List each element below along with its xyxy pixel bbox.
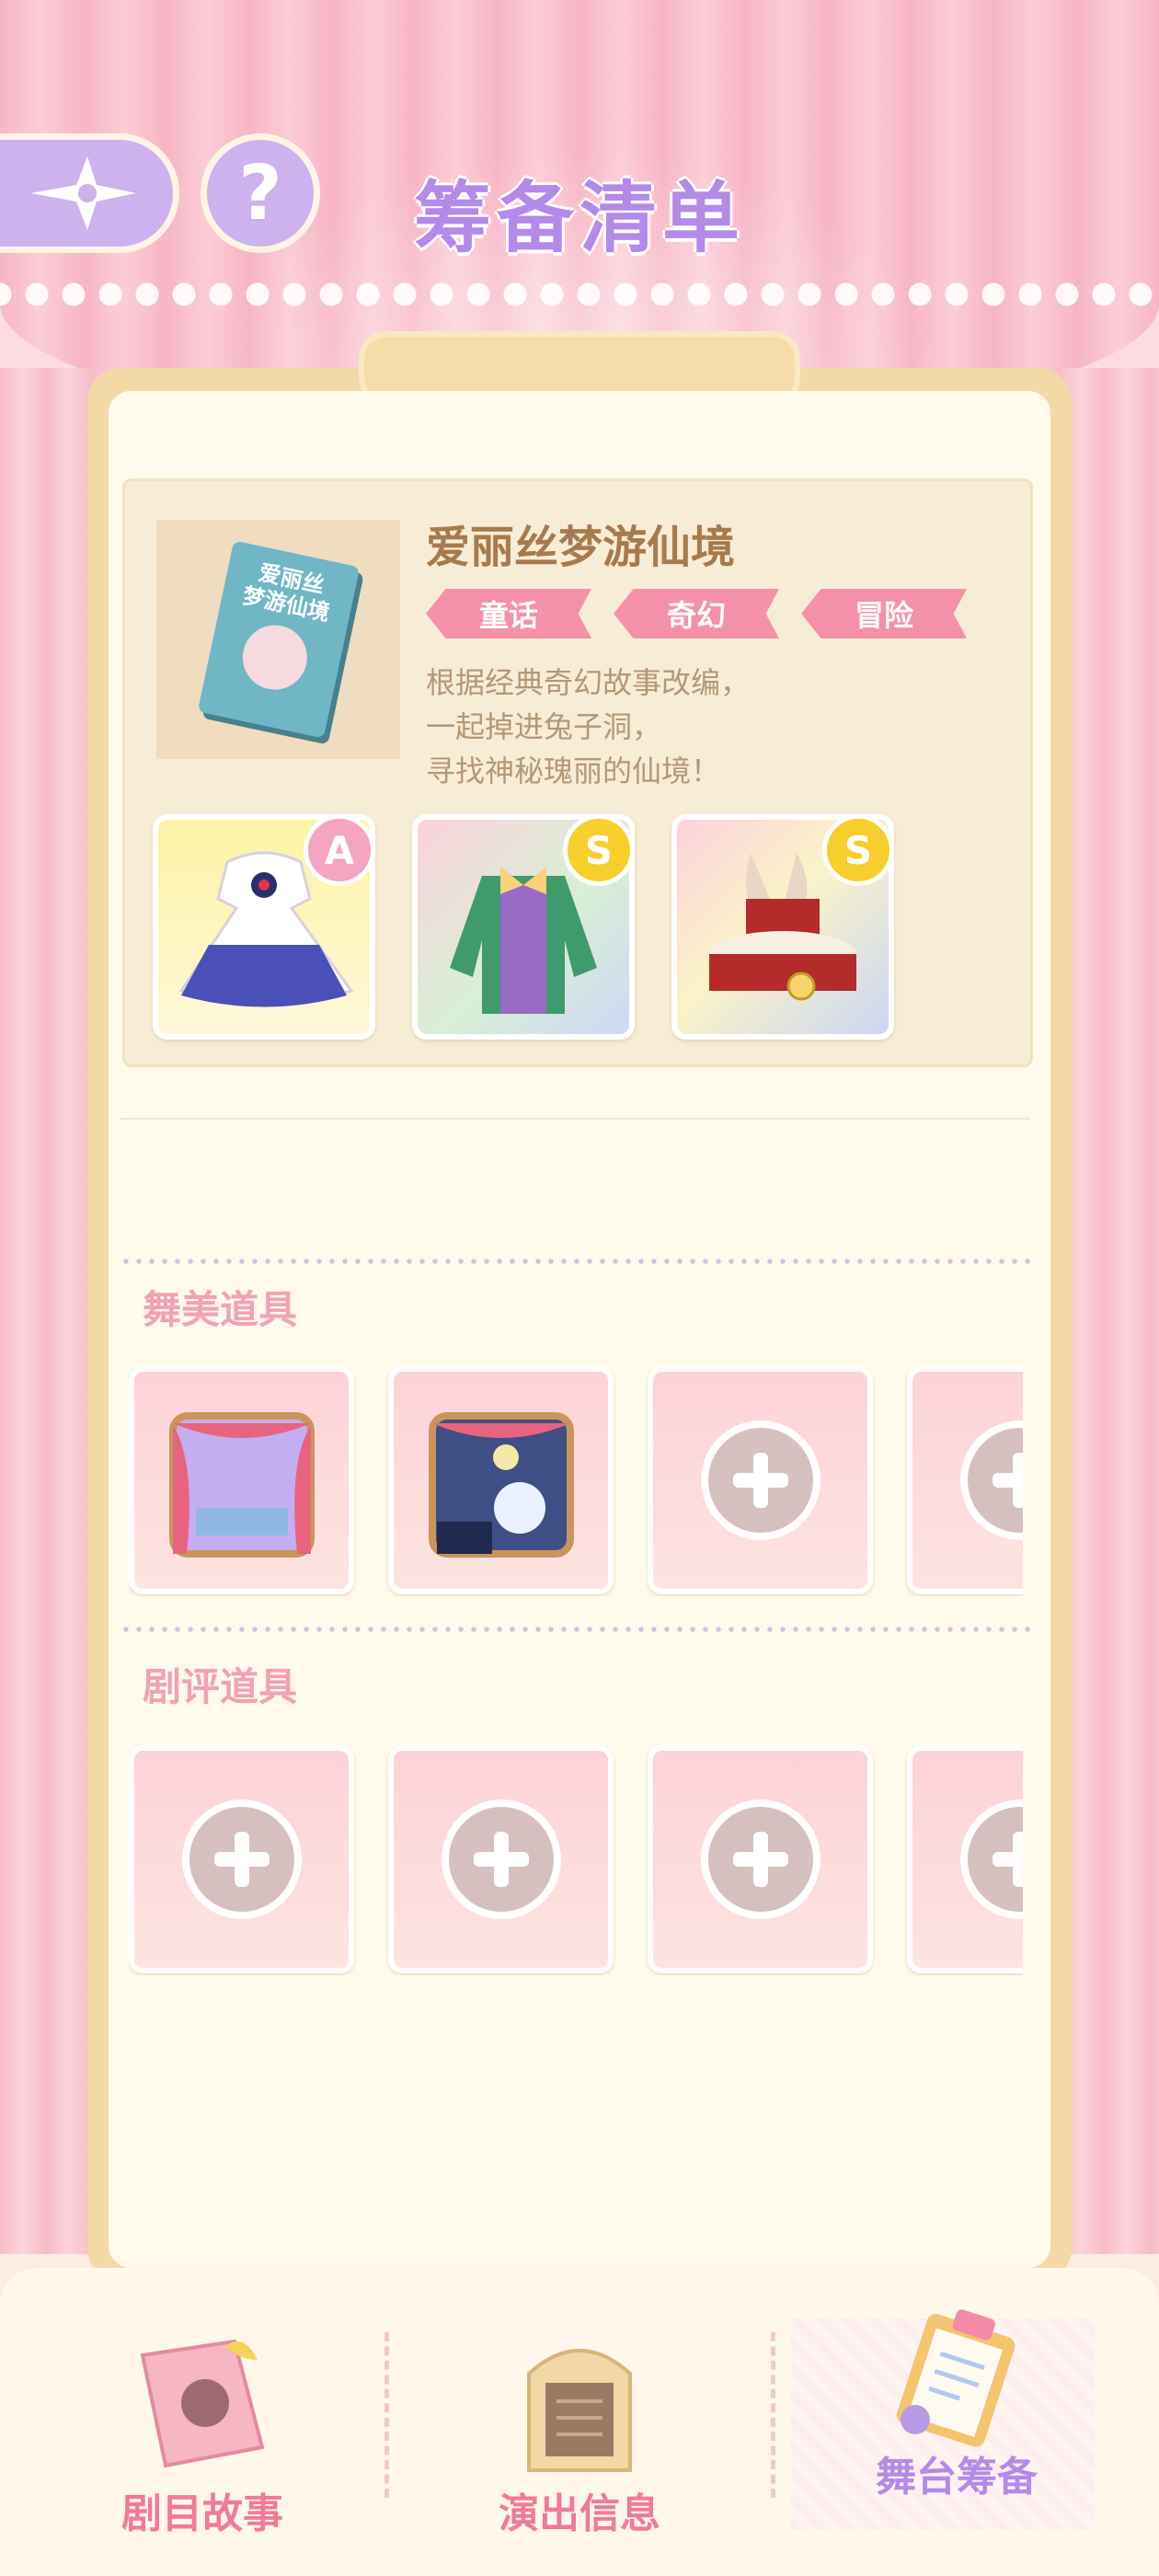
story-cover[interactable]: 爱丽丝 梦游仙境 [156,520,400,759]
plus-icon [441,1800,561,1919]
night-stage-backdrop-icon [428,1412,574,1558]
story-description: 根据经典奇幻故事改编， 一起掉进兔子洞， 寻找神秘瑰丽的仙境！ [426,665,751,788]
dotted-divider [120,1259,1030,1264]
plus-icon [700,1800,820,1919]
nav-tab-stage-prep[interactable]: 舞台筹备 [819,2309,1095,2539]
stage-prop-slot[interactable] [129,1366,354,1594]
help-icon: ? [238,149,282,237]
add-review-prop-slot[interactable] [648,1745,873,1973]
add-review-prop-slot[interactable] [129,1745,354,1973]
nav-label: 剧目故事 [121,2490,283,2537]
add-stage-prop-slot[interactable] [907,1366,1023,1594]
storybook-icon [140,2339,265,2468]
tag-fantasy: 奇幻 [614,589,779,638]
clipboard-icon [896,2309,1016,2447]
add-review-prop-slot[interactable] [907,1745,1023,1973]
add-stage-prop-slot[interactable] [648,1366,873,1594]
plus-icon [959,1800,1023,1919]
outfit-card-hat[interactable]: S [671,814,894,1040]
story-title: 爱丽丝梦游仙境 [426,522,736,573]
plus-icon [700,1420,820,1540]
tag-fairytale: 童话 [426,589,591,638]
tag-adventure: 冒险 [801,589,967,638]
nav-label: 舞台筹备 [876,2454,1038,2501]
back-button[interactable] [0,133,179,253]
section-label-stage-props: 舞美道具 [143,1287,298,1332]
nav-separator [384,2332,389,2498]
pink-stage-backdrop-icon [168,1412,315,1558]
section-label-review-props: 剧评道具 [143,1664,298,1709]
left-curtain [0,368,101,2254]
review-props-row [129,1745,1023,1975]
divider [120,1118,1030,1120]
back-star-icon [29,156,136,230]
plus-icon [959,1420,1023,1540]
outfit-card-dress[interactable]: A [153,814,375,1040]
right-curtain [1058,368,1159,2254]
grade-badge-s: S [822,814,894,886]
nav-separator [771,2332,775,2498]
add-review-prop-slot[interactable] [388,1745,614,1973]
nav-tab-story[interactable]: 剧目故事 [64,2328,340,2539]
help-button[interactable]: ? [201,133,320,253]
page-title: 筹备清单 [413,173,745,263]
grade-badge-a: A [304,814,375,886]
nav-tab-performance-info[interactable]: 演出信息 [442,2328,717,2539]
plus-icon [181,1800,302,1919]
stage-prop-slot[interactable] [388,1366,614,1594]
outfit-card-jacket[interactable]: S [412,814,635,1040]
rabbit-face-icon [235,619,313,696]
info-board-icon [527,2349,632,2472]
stage-props-row [129,1366,1023,1596]
dotted-divider [120,1627,1030,1632]
nav-label: 演出信息 [499,2490,660,2537]
book-icon: 爱丽丝 梦游仙境 [197,540,360,739]
grade-badge-s: S [563,814,635,886]
